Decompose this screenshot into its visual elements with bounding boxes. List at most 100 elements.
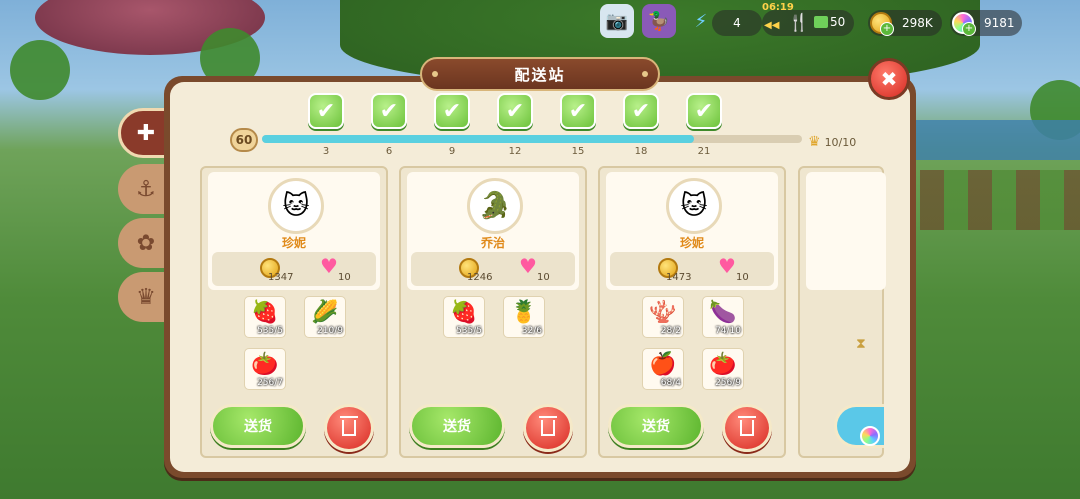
- required-item[interactable]: 🍅 256/7: [244, 348, 286, 390]
- food-bar-icon: [814, 16, 828, 28]
- gem-counter[interactable]: + 9181: [950, 10, 1022, 36]
- banner-rivet: [642, 71, 648, 77]
- required-item[interactable]: 🌽 210/9: [304, 296, 346, 338]
- required-item[interactable]: 🍆 74/10: [702, 296, 744, 338]
- required-item[interactable]: 🍓 535/5: [443, 296, 485, 338]
- heart-icon: ♥: [320, 254, 338, 278]
- required-item[interactable]: 🍓 535/5: [244, 296, 286, 338]
- crown-icon: ♛: [808, 134, 821, 150]
- reward-row: 1246 ♥ 10: [411, 252, 575, 286]
- crop-field: [920, 170, 1080, 230]
- milestone-check-icon: ✔: [623, 93, 659, 129]
- npc-avatar: 🐊: [467, 178, 523, 234]
- trash-icon: [738, 416, 756, 436]
- order-card: 🐱 珍妮 1347 ♥ 10 送货 🍓 535/5 🌽 210/9 🍅 256/7: [200, 166, 388, 458]
- deliver-label: 送货: [443, 419, 471, 435]
- milestone-label: 6: [385, 146, 393, 157]
- order-card: 🐊 乔治 1246 ♥ 10 送货 🍓 535/5 🍍 32/6: [399, 166, 587, 458]
- close-button[interactable]: ✖: [868, 58, 910, 100]
- crown-icon: ♛: [136, 284, 156, 310]
- heart-reward: 10: [736, 272, 749, 283]
- tomato-icon: 🍅: [709, 352, 737, 377]
- npc-name: 珍妮: [679, 236, 704, 250]
- raspberry-icon: 🍓: [450, 300, 478, 325]
- milestone-check-icon: ✔: [308, 93, 344, 129]
- progress-fill: [262, 135, 694, 143]
- deliver-button[interactable]: 送货: [409, 404, 505, 448]
- coin-reward: 1473: [666, 272, 692, 283]
- item-quantity: 256/7: [257, 378, 283, 388]
- heart-reward: 10: [537, 272, 550, 283]
- crown-counter: ♛ 10/10: [808, 134, 856, 150]
- close-icon: ✖: [880, 67, 898, 91]
- reward-row: 1347 ♥ 10: [212, 252, 376, 286]
- add-coin-icon[interactable]: +: [880, 22, 894, 36]
- banner-rivet: [432, 71, 438, 77]
- milestone-label: 9: [448, 146, 456, 157]
- discard-button[interactable]: [324, 404, 374, 452]
- card-header: [806, 172, 886, 290]
- food-counter: 06:19 ◀◀ 🍴 50: [762, 2, 854, 36]
- item-quantity: 28/2: [660, 326, 681, 336]
- coin-reward: 1246: [467, 272, 493, 283]
- album-icon[interactable]: 🦆: [642, 4, 676, 38]
- coin-counter[interactable]: + 298K: [868, 10, 942, 36]
- palm-tree: [10, 40, 70, 100]
- energy-value: 4: [733, 16, 741, 30]
- tomato-icon: 🍅: [251, 352, 279, 377]
- item-quantity: 535/5: [257, 326, 283, 336]
- required-item[interactable]: 🪸 28/2: [642, 296, 684, 338]
- panel-title: 配送站: [420, 57, 660, 91]
- camera-icon[interactable]: 📷: [600, 4, 634, 38]
- apple-icon: 🍎: [649, 352, 677, 377]
- deliver-button[interactable]: 送货: [608, 404, 704, 448]
- milestone-check-icon: ✔: [497, 93, 533, 129]
- item-quantity: 74/10: [715, 326, 741, 336]
- discard-button[interactable]: [722, 404, 772, 452]
- delivery-icon: ✚: [136, 120, 156, 146]
- coin-reward: 1347: [268, 272, 294, 283]
- milestone-check-icon: ✔: [560, 93, 596, 129]
- deliver-button[interactable]: 送货: [210, 404, 306, 448]
- card-header: 🐱 珍妮 1473 ♥ 10: [606, 172, 778, 290]
- milestone-label: 15: [571, 146, 585, 157]
- crown-count-value: 10/10: [824, 135, 857, 149]
- progress-track: [262, 135, 802, 143]
- reward-row: 1473 ♥ 10: [610, 252, 774, 286]
- item-quantity: 256/9: [715, 378, 741, 388]
- hourglass-icon: ⧗: [856, 336, 866, 352]
- npc-avatar: 🐱: [268, 178, 324, 234]
- raspberry-icon: 🍓: [251, 300, 279, 325]
- eggplant-icon: 🍆: [709, 300, 737, 325]
- item-quantity: 32/6: [521, 326, 542, 336]
- required-item[interactable]: 🍎 68/4: [642, 348, 684, 390]
- coin-value: 298K: [902, 16, 933, 30]
- deliver-label: 送货: [642, 419, 670, 435]
- npc-avatar: 🐱: [666, 178, 722, 234]
- anchor-icon: ⚓: [136, 176, 156, 202]
- panel-title-text: 配送站: [514, 65, 566, 84]
- trash-icon: [340, 416, 358, 436]
- required-item[interactable]: 🍅 256/9: [702, 348, 744, 390]
- milestone-label: 21: [697, 146, 711, 157]
- rewind-icon: ◀◀: [764, 20, 780, 31]
- item-quantity: 68/4: [660, 378, 681, 388]
- milestone-label: 12: [508, 146, 522, 157]
- required-item[interactable]: 🍍 32/6: [503, 296, 545, 338]
- milestone-check-icon: ✔: [434, 93, 470, 129]
- sea: [900, 120, 1080, 160]
- food-timer: 06:19: [762, 2, 794, 13]
- add-gem-icon[interactable]: +: [962, 22, 976, 36]
- level-value: 60: [235, 133, 253, 147]
- flower-icon: ✿: [136, 230, 156, 256]
- coral-plant-icon: 🪸: [649, 300, 677, 325]
- milestone-check-icon: ✔: [686, 93, 722, 129]
- level-badge: 60: [230, 128, 258, 152]
- card-header: 🐊 乔治 1246 ♥ 10: [407, 172, 579, 290]
- gem-value: 9181: [984, 16, 1015, 30]
- item-quantity: 210/9: [317, 326, 343, 336]
- pineapple-icon: 🍍: [510, 300, 538, 325]
- discard-button[interactable]: [523, 404, 573, 452]
- deliver-label: 送货: [244, 419, 272, 435]
- item-quantity: 535/5: [456, 326, 482, 336]
